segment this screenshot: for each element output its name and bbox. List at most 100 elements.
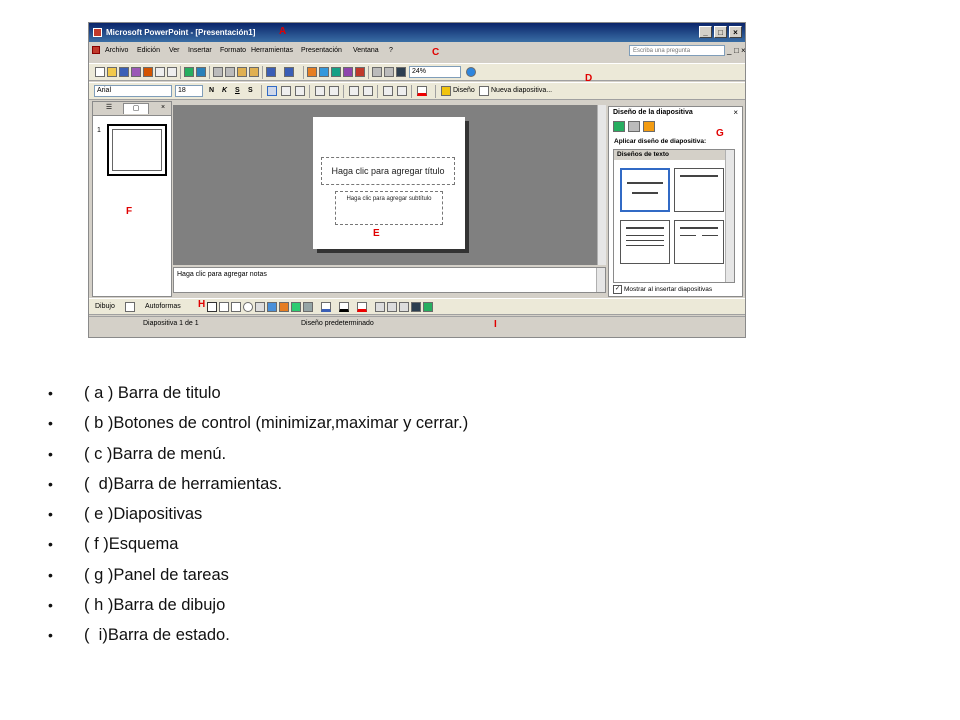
new-slide-icon[interactable] <box>479 86 489 96</box>
new-icon[interactable] <box>95 67 105 77</box>
help-icon[interactable] <box>466 67 476 77</box>
arrow-style-icon[interactable] <box>399 302 409 312</box>
home-icon[interactable] <box>643 121 655 132</box>
undo-icon[interactable] <box>266 67 276 77</box>
layout-title-slide[interactable] <box>620 168 670 212</box>
open-icon[interactable] <box>107 67 117 77</box>
show-formatting-icon[interactable] <box>372 67 382 77</box>
menu-ayuda[interactable]: ? <box>389 47 393 54</box>
align-left-icon[interactable] <box>267 86 277 96</box>
notes-pane[interactable]: Haga clic para agregar notas <box>173 267 606 293</box>
slide-canvas[interactable]: Haga clic para agregar título Haga clic … <box>313 117 465 249</box>
menu-archivo[interactable]: Archivo <box>105 47 128 54</box>
expand-all-icon[interactable] <box>355 67 365 77</box>
3d-style-icon[interactable] <box>423 302 433 312</box>
new-slide-button[interactable]: Nueva diapositiva... <box>491 87 552 94</box>
menu-edicion[interactable]: Edición <box>137 47 160 54</box>
document-restore-button[interactable]: □ <box>734 46 739 55</box>
tables-borders-icon[interactable] <box>331 67 341 77</box>
italic-button[interactable]: K <box>222 87 227 94</box>
underline-button[interactable]: S <box>235 87 240 94</box>
font-color-draw-icon[interactable] <box>357 302 367 312</box>
document-icon[interactable] <box>92 46 100 54</box>
oval-icon[interactable] <box>243 302 253 312</box>
document-close-button[interactable]: × <box>741 46 745 55</box>
title-placeholder[interactable]: Haga clic para agregar título <box>321 157 455 185</box>
font-color-icon[interactable] <box>417 86 427 96</box>
forward-icon[interactable] <box>628 121 640 132</box>
insert-diagram-icon[interactable] <box>343 67 353 77</box>
numbering-icon[interactable] <box>315 86 325 96</box>
document-minimize-button[interactable]: _ <box>727 46 731 55</box>
diagram-icon[interactable] <box>279 302 289 312</box>
design-icon[interactable] <box>441 86 451 96</box>
layout-title-text[interactable] <box>620 220 670 264</box>
line-icon[interactable] <box>207 302 217 312</box>
save-icon[interactable] <box>119 67 129 77</box>
color-grayscale-icon[interactable] <box>396 67 406 77</box>
wordart-icon[interactable] <box>267 302 277 312</box>
spelling-icon[interactable] <box>184 67 194 77</box>
show-on-insert-checkbox[interactable]: ✓ Mostrar al insertar diapositivas <box>613 285 712 294</box>
back-icon[interactable] <box>613 121 625 132</box>
research-icon[interactable] <box>196 67 206 77</box>
draw-menu-button[interactable]: Dibujo <box>95 303 115 310</box>
align-center-icon[interactable] <box>281 86 291 96</box>
layout-two-columns[interactable] <box>674 220 724 264</box>
decrease-font-icon[interactable] <box>363 86 373 96</box>
increase-indent-icon[interactable] <box>397 86 407 96</box>
font-select[interactable]: Arial <box>94 85 172 97</box>
pane-close-icon[interactable]: × <box>157 103 169 114</box>
font-size-select[interactable]: 18 <box>175 85 203 97</box>
align-right-icon[interactable] <box>295 86 305 96</box>
decrease-indent-icon[interactable] <box>383 86 393 96</box>
print-icon[interactable] <box>155 67 165 77</box>
tab-slides-icon[interactable]: ▢ <box>123 103 149 114</box>
permission-icon[interactable] <box>131 67 141 77</box>
redo-icon[interactable] <box>284 67 294 77</box>
menu-formato[interactable]: Formato <box>220 47 246 54</box>
task-pane-close-icon[interactable]: × <box>733 108 738 117</box>
menu-insertar[interactable]: Insertar <box>188 47 212 54</box>
clipart-icon[interactable] <box>291 302 301 312</box>
copy-icon[interactable] <box>225 67 235 77</box>
zoom-select[interactable]: 24% <box>409 66 461 78</box>
print-preview-icon[interactable] <box>167 67 177 77</box>
textbox-icon[interactable] <box>255 302 265 312</box>
menu-presentacion[interactable]: Presentación <box>301 47 342 54</box>
bold-button[interactable]: N <box>209 87 214 94</box>
bullets-icon[interactable] <box>329 86 339 96</box>
subtitle-placeholder[interactable]: Haga clic para agregar subtítulo <box>335 191 443 225</box>
arrow-icon[interactable] <box>219 302 229 312</box>
picture-icon[interactable] <box>303 302 313 312</box>
shadow-button[interactable]: S <box>248 87 253 94</box>
line-color-icon[interactable] <box>339 302 349 312</box>
cut-icon[interactable] <box>213 67 223 77</box>
insert-chart-icon[interactable] <box>307 67 317 77</box>
notes-scrollbar[interactable] <box>596 268 605 292</box>
show-grid-icon[interactable] <box>384 67 394 77</box>
autoshapes-button[interactable]: Autoformas <box>145 303 181 310</box>
maximize-button[interactable]: □ <box>714 26 727 38</box>
design-button[interactable]: Diseño <box>453 87 475 94</box>
close-button[interactable]: × <box>729 26 742 38</box>
dash-style-icon[interactable] <box>387 302 397 312</box>
rectangle-icon[interactable] <box>231 302 241 312</box>
line-style-icon[interactable] <box>375 302 385 312</box>
help-question-input[interactable]: Escriba una pregunta <box>629 45 725 56</box>
vertical-scrollbar[interactable] <box>597 105 606 265</box>
menu-herramientas[interactable]: Herramientas <box>251 47 293 54</box>
email-icon[interactable] <box>143 67 153 77</box>
select-objects-icon[interactable] <box>125 302 135 312</box>
fill-color-icon[interactable] <box>321 302 331 312</box>
layout-title-only[interactable] <box>674 168 724 212</box>
menu-ver[interactable]: Ver <box>169 47 180 54</box>
paste-icon[interactable] <box>237 67 247 77</box>
tab-outline-icon[interactable]: ☰ <box>96 103 122 114</box>
layout-scrollbar[interactable] <box>725 150 734 282</box>
increase-font-icon[interactable] <box>349 86 359 96</box>
slide-thumbnail[interactable] <box>107 124 167 176</box>
minimize-button[interactable]: _ <box>699 26 712 38</box>
menu-ventana[interactable]: Ventana <box>353 47 379 54</box>
insert-table-icon[interactable] <box>319 67 329 77</box>
